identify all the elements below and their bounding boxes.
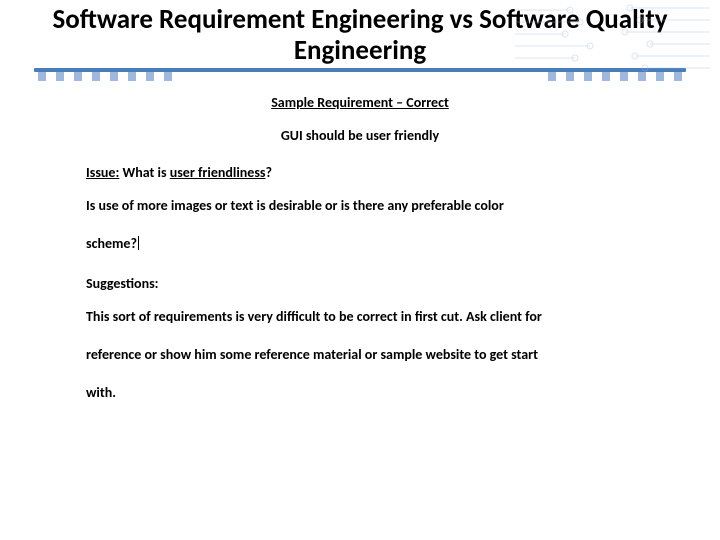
issue-line: Issue: What is user friendliness? (86, 164, 634, 183)
question-paragraph: Is use of more images or text is desirab… (86, 197, 634, 254)
suggestions-label: Suggestions: (86, 275, 634, 294)
suggestions-paragraph: This sort of requirements is very diffic… (86, 308, 634, 402)
title-tick-decoration (28, 72, 692, 82)
slide-title: Software Requirement Engineering vs Soft… (28, 4, 692, 66)
sample-heading: Sample Requirement – Correct (86, 94, 634, 113)
text-cursor (138, 236, 139, 250)
requirement-text: GUI should be user friendly (86, 127, 634, 146)
